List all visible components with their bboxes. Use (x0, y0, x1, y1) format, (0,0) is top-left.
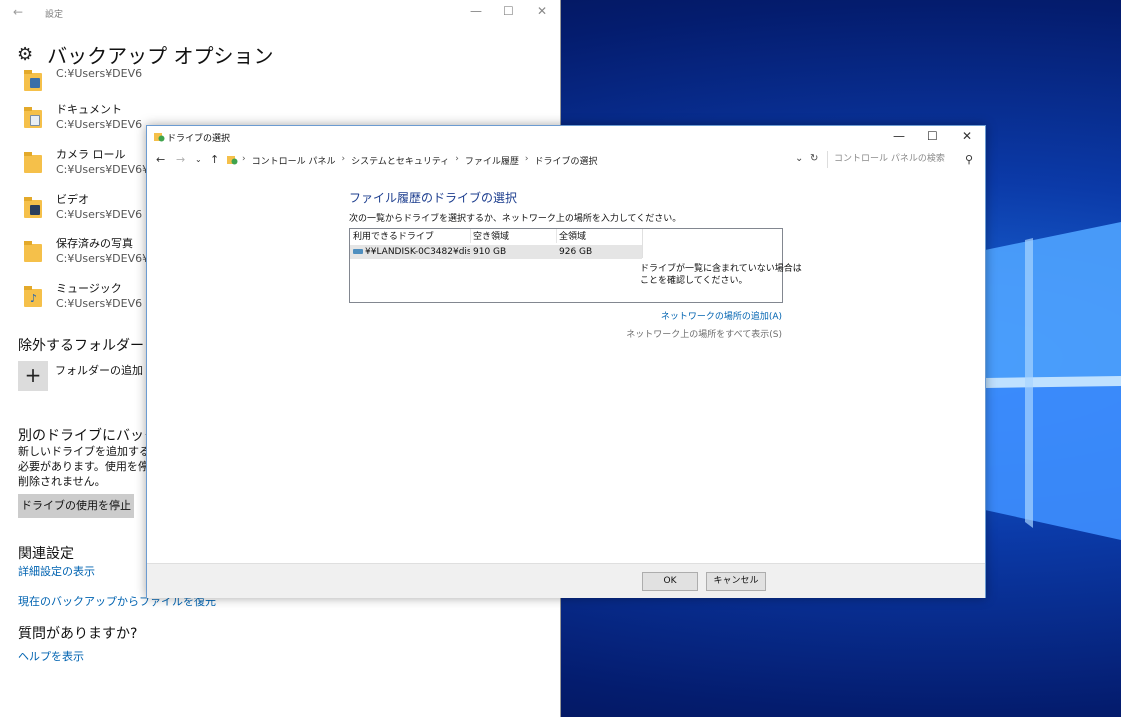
refresh-icon[interactable]: ↻ (810, 153, 818, 164)
settings-window-title: 設定 (45, 10, 64, 20)
drive-free-space: 910 GB (473, 247, 507, 257)
question-heading: 質問がありますか? (18, 626, 138, 642)
page-title: バックアップ オプション (47, 44, 274, 68)
select-drive-dialog: ドライブの選択 — ☐ ✕ ← → ⌄ ↑ › コントロール パネル › システ… (146, 125, 986, 598)
column-header-drive[interactable]: 利用できるドライブ (350, 230, 470, 244)
folder-icon (24, 241, 42, 263)
dialog-instruction: 次の一覧からドライブを選択するか、ネットワーク上の場所を入力してください。 (349, 214, 682, 224)
folder-path: C:¥Users¥DEV6 (56, 208, 143, 221)
other-drive-text-3: 削除されません。 (18, 475, 106, 488)
show-all-network-locations-link[interactable]: ネットワーク上の場所をすべて表示(S) (626, 327, 782, 340)
breadcrumb-separator-icon: › (455, 154, 459, 164)
folder-name: ドキュメント (56, 103, 122, 116)
other-drive-text-2: 必要があります。使用を停止 (18, 460, 160, 473)
windows-logo (985, 222, 1121, 540)
folder-item-music[interactable]: ♪ ミュージック C:¥Users¥DEV6 (24, 282, 142, 311)
column-header-free[interactable]: 空き領域 (470, 230, 556, 244)
help-link[interactable]: ヘルプを表示 (18, 648, 84, 664)
close-icon[interactable]: ✕ (962, 129, 972, 143)
recent-locations-chevron-icon[interactable]: ⌄ (195, 155, 202, 164)
add-folder-label[interactable]: フォルダーの追加 (55, 362, 143, 378)
breadcrumb-file-history[interactable]: ファイル履歴 (465, 154, 519, 167)
breadcrumb-separator-icon: › (242, 154, 246, 164)
breadcrumb-select-drive[interactable]: ドライブの選択 (535, 154, 598, 167)
related-settings-heading: 関連設定 (18, 546, 74, 562)
search-icon[interactable]: ⚲ (965, 151, 973, 168)
breadcrumb-system-security[interactable]: システムとセキュリティ (351, 154, 449, 167)
folder-name: カメラ ロール (56, 148, 126, 161)
breadcrumb-control-panel[interactable]: コントロール パネル (252, 154, 336, 167)
column-header-total[interactable]: 全領域 (556, 230, 642, 244)
up-arrow-icon[interactable]: ↑ (210, 153, 219, 166)
address-dropdown-icon[interactable]: ⌄ (795, 153, 803, 164)
control-panel-icon (227, 156, 238, 165)
page-header: ⚙ バックアップ オプション (17, 40, 274, 69)
address-bar: ← → ⌄ ↑ › コントロール パネル › システムとセキュリティ › ファイ… (147, 149, 985, 171)
breadcrumb: › コントロール パネル › システムとセキュリティ › ファイル履歴 › ドラ… (242, 154, 598, 167)
folder-icon (24, 152, 42, 174)
dialog-footer: OK キャンセル (147, 563, 985, 598)
dialog-heading: ファイル履歴のドライブの選択 (349, 191, 518, 205)
back-arrow-icon[interactable]: ← (156, 153, 165, 166)
ok-button[interactable]: OK (642, 572, 698, 591)
videos-folder-icon (24, 197, 42, 219)
close-icon[interactable]: ✕ (537, 4, 547, 18)
drive-total-space: 926 GB (559, 247, 593, 257)
folder-item-camera-roll[interactable]: カメラ ロール C:¥Users¥DEV6¥Pi (24, 148, 159, 177)
forward-arrow-icon[interactable]: → (176, 153, 185, 166)
advanced-settings-link[interactable]: 詳細設定の表示 (18, 563, 95, 579)
search-placeholder: コントロール パネルの検索 (834, 154, 945, 164)
breadcrumb-separator-icon: › (341, 154, 346, 164)
add-folder-button[interactable]: + (18, 361, 48, 391)
settings-titlebar: ← 設定 — ☐ ✕ (0, 0, 560, 26)
add-network-location-link[interactable]: ネットワークの場所の追加(A) (661, 309, 782, 322)
folder-name: ミュージック (56, 282, 122, 295)
folder-path: C:¥Users¥DEV6 (56, 118, 143, 131)
breadcrumb-separator-icon: › (524, 154, 529, 164)
exclude-heading: 除外するフォルダー (18, 338, 144, 354)
column-divider (470, 229, 471, 243)
folder-path: C:¥Users¥DEV6 (56, 67, 143, 80)
minimize-icon[interactable]: — (893, 129, 905, 143)
back-arrow-icon[interactable]: ← (13, 5, 23, 19)
column-divider (556, 229, 557, 243)
cancel-button[interactable]: キャンセル (706, 572, 766, 591)
drive-list[interactable]: 利用できるドライブ 空き領域 全領域 ¥¥LANDISK-0C3482¥dis.… (349, 228, 802, 303)
list-divider (642, 229, 643, 258)
folder-item-videos[interactable]: ビデオ C:¥Users¥DEV6 (24, 193, 142, 222)
folder-item-pictures[interactable]: C:¥Users¥DEV6 (24, 66, 142, 92)
drive-list-header: 利用できるドライブ 空き領域 全領域 (350, 230, 642, 244)
maximize-icon[interactable]: ☐ (503, 4, 514, 18)
maximize-icon[interactable]: ☐ (927, 129, 938, 143)
folder-path: C:¥Users¥DEV6¥Pi (56, 163, 159, 176)
gear-icon: ⚙ (17, 44, 34, 65)
pictures-folder-icon (24, 70, 42, 92)
drive-name: ¥¥LANDISK-0C3482¥dis... (365, 247, 470, 257)
folder-path: C:¥Users¥DEV6 (56, 297, 143, 310)
folder-item-documents[interactable]: ドキュメント C:¥Users¥DEV6 (24, 103, 142, 132)
drive-row[interactable]: ¥¥LANDISK-0C3482¥dis... 910 GB 926 GB (350, 245, 642, 259)
network-drive-icon (353, 249, 363, 254)
dialog-titlebar: ドライブの選択 — ☐ ✕ (147, 126, 985, 148)
folder-name: ビデオ (56, 193, 89, 206)
search-input[interactable]: コントロール パネルの検索 ⚲ (827, 151, 975, 168)
minimize-icon[interactable]: — (470, 4, 482, 18)
note-line-1: ドライブが一覧に含まれていない場合は (640, 264, 802, 274)
folder-path: C:¥Users¥DEV6¥Pi (56, 252, 159, 265)
stop-using-drive-button[interactable]: ドライブの使用を停止 (18, 494, 134, 518)
music-folder-icon: ♪ (24, 286, 42, 308)
documents-folder-icon (24, 107, 42, 129)
file-history-icon (154, 133, 165, 142)
folder-name: 保存済みの写真 (56, 237, 133, 250)
drive-list-note: ドライブが一覧に含まれていない場合は ことを確認してください。 (640, 263, 802, 287)
note-line-2: ことを確認してください。 (640, 276, 748, 286)
folder-item-saved-pictures[interactable]: 保存済みの写真 C:¥Users¥DEV6¥Pi (24, 237, 159, 266)
dialog-title: ドライブの選択 (167, 134, 231, 144)
